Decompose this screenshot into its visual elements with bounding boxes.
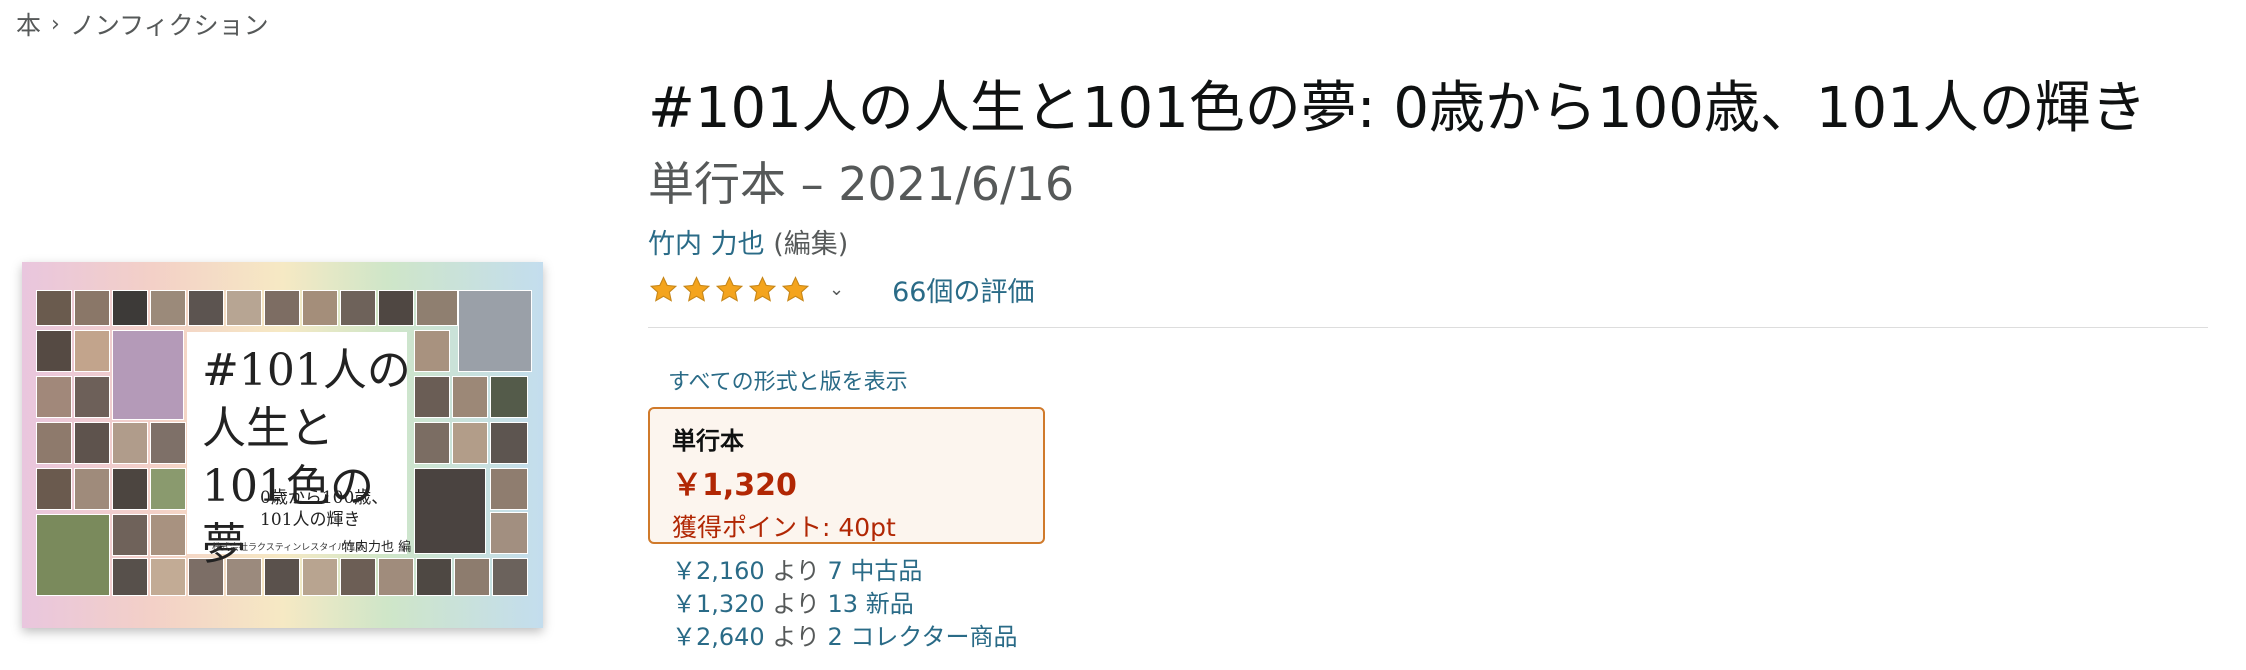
cover-photo: [112, 330, 184, 420]
cover-photo: [74, 422, 110, 464]
cover-photo: [74, 376, 110, 418]
format-card-selected[interactable]: 単行本 ￥1,320 獲得ポイント: 40pt: [648, 407, 1045, 544]
cover-photo: [36, 376, 72, 418]
cover-photo: [36, 422, 72, 464]
cover-photo: [416, 290, 458, 326]
format-name: 単行本: [672, 427, 744, 455]
offer-from: より: [772, 623, 820, 651]
cover-photo: [36, 330, 72, 372]
star-icon: [748, 275, 777, 302]
star-rating[interactable]: [648, 275, 811, 305]
cover-photo: [150, 514, 186, 556]
cover-subtitle: 0歳から100歳、 101人の輝き: [260, 488, 389, 530]
offer-collectible-link[interactable]: 2 コレクター商品: [828, 623, 1018, 651]
cover-photo: [416, 558, 452, 596]
cover-photo: [226, 290, 262, 326]
cover-photo: [490, 422, 528, 464]
format-price: ￥1,320: [672, 468, 797, 503]
cover-photo: [188, 290, 224, 326]
format-points: 獲得ポイント: 40pt: [672, 513, 896, 542]
author-role: (編集): [773, 229, 849, 260]
cover-photo: [454, 558, 490, 596]
offer-from: より: [772, 590, 820, 618]
breadcrumb: 本 › ノンフィクション: [16, 6, 269, 42]
cover-photo: [302, 290, 338, 326]
star-icon: [781, 275, 810, 302]
cover-photo: [490, 512, 528, 554]
cover-photo: [112, 558, 148, 596]
cover-photo: [150, 468, 186, 510]
cover-photo: [492, 558, 528, 596]
all-formats-link[interactable]: すべての形式と版を表示: [668, 364, 908, 396]
rating-row: ⌄ 66個の評価: [648, 270, 1034, 309]
divider: [648, 327, 2208, 328]
offer-price: ￥2,160: [672, 557, 765, 585]
ratings-count-link[interactable]: 66個の評価: [892, 270, 1034, 309]
offer-new: ￥1,320 より 13 新品: [672, 588, 1017, 621]
offer-from: より: [772, 557, 820, 585]
cover-photo: [452, 422, 488, 464]
cover-photo: [458, 290, 532, 372]
cover-photo: [150, 558, 186, 596]
offer-price: ￥2,640: [672, 623, 765, 651]
cover-photo: [490, 468, 528, 510]
product-subtitle: 単行本 – 2021/6/16: [648, 157, 1075, 211]
cover-photo: [264, 290, 300, 326]
cover-photo: [74, 468, 110, 510]
offer-collectible: ￥2,640 より 2 コレクター商品: [672, 621, 1017, 654]
cover-photo: [452, 376, 488, 418]
breadcrumb-root-link[interactable]: 本: [16, 6, 41, 42]
author-byline: 竹内 力也 (編集): [648, 222, 848, 261]
cover-photo: [112, 468, 148, 510]
offer-used: ￥2,160 より 7 中古品: [672, 555, 1017, 588]
cover-photo: [378, 290, 414, 326]
offer-price: ￥1,320: [672, 590, 765, 618]
star-icon: [649, 275, 678, 302]
cover-photo: [36, 290, 72, 326]
cover-photo: [414, 376, 450, 418]
cover-photo: [36, 514, 110, 596]
book-cover-image[interactable]: #101人の 人生と 101色の 夢 0歳から100歳、 101人の輝き 株式会…: [22, 262, 543, 628]
cover-photo: [74, 290, 110, 326]
product-title: #101人の人生と101色の夢: 0歳から100歳、101人の輝き: [648, 76, 2147, 141]
cover-photo: [414, 468, 486, 554]
cover-photo: [112, 514, 148, 556]
cover-photo: [112, 422, 148, 464]
star-icon: [682, 275, 711, 302]
cover-photo: [490, 376, 528, 418]
cover-editor: 竹内力也 編: [342, 540, 412, 555]
chevron-down-icon[interactable]: ⌄: [829, 279, 844, 300]
product-page: 本 › ノンフィクション #101人の 人生と 101色の 夢 0歳から100歳…: [0, 0, 2246, 670]
star-icon: [715, 275, 744, 302]
cover-photo: [340, 290, 376, 326]
breadcrumb-separator: ›: [51, 11, 60, 37]
author-link[interactable]: 竹内 力也: [648, 229, 765, 260]
cover-photo: [74, 330, 110, 372]
cover-photo: [150, 290, 186, 326]
offer-new-link[interactable]: 13 新品: [828, 590, 914, 618]
cover-photo: [414, 422, 450, 464]
cover-photo: [36, 468, 72, 510]
offer-used-link[interactable]: 7 中古品: [828, 557, 923, 585]
breadcrumb-category-link[interactable]: ノンフィクション: [70, 6, 269, 42]
offers-list: ￥2,160 より 7 中古品 ￥1,320 より 13 新品 ￥2,640 よ…: [672, 555, 1017, 654]
cover-photo: [150, 422, 186, 464]
cover-photo: [112, 290, 148, 326]
cover-photo: [414, 330, 450, 372]
